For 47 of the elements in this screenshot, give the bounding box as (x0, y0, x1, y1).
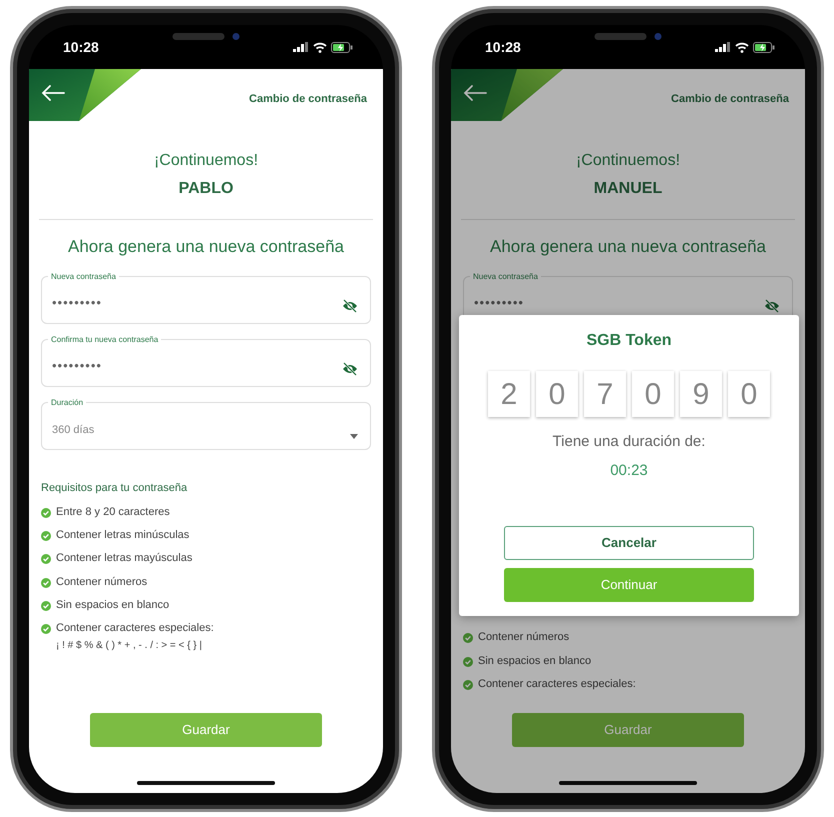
status-time: 10:28 (63, 38, 99, 56)
token-digit: 0 (728, 371, 770, 417)
requirement-text: Entre 8 y 20 caracteres (56, 506, 170, 520)
page-title: Cambio de contraseña (671, 92, 789, 107)
eye-slash-icon (764, 298, 780, 312)
section-heading: Ahora genera una nueva contraseña (489, 236, 767, 258)
back-arrow-icon (463, 84, 487, 102)
token-digit: 9 (680, 371, 722, 417)
requirement-text: Contener letras mayúsculas (56, 552, 192, 566)
user-name: PABLO (178, 179, 234, 199)
eye-slash-icon (342, 362, 358, 376)
speaker-grille (594, 33, 646, 40)
battery-icon (753, 42, 775, 52)
requirement-text: Contener caracteres especiales: (478, 678, 636, 691)
requirements-title: Requisitos para tu contraseña (41, 480, 188, 496)
cancel-button[interactable]: Cancelar (504, 526, 754, 560)
section-heading: Ahora genera una nueva contraseña (67, 236, 345, 258)
special-characters-text: ¡ ! # $ % & ( ) * + , - . / : > = < { } | (56, 639, 203, 654)
requirement-text: Sin espacios en blanco (56, 598, 170, 612)
requirement-text: Contener caracteres especiales: (56, 622, 214, 636)
user-name: MANUEL (592, 179, 664, 199)
back-arrow-icon (41, 84, 65, 102)
front-camera (654, 33, 662, 40)
requirement-text: Sin espacios en blanco (478, 654, 592, 668)
duration-label: Tiene una duración de: (552, 432, 706, 452)
greeting-text: ¡Continuemos! (152, 151, 260, 171)
front-camera (232, 33, 240, 40)
token-digit: 2 (488, 371, 530, 417)
countdown-timer: 00:23 (609, 460, 649, 480)
greeting-text: ¡Continuemos! (574, 151, 682, 171)
eye-slash-icon (342, 298, 358, 312)
wifi-icon (313, 42, 327, 52)
dialog-title: SGB Token (585, 331, 673, 351)
status-time: 10:28 (485, 38, 521, 56)
token-digit: 0 (536, 371, 578, 417)
page-title: Cambio de contraseña (249, 92, 367, 107)
requirement-text: Contener letras minúsculas (56, 529, 190, 542)
requirement-text: Contener números (478, 631, 570, 645)
dropdown-caret-icon (350, 434, 358, 438)
requirement-text: Contener números (56, 576, 148, 589)
speaker-grille (172, 33, 224, 40)
token-digit: 0 (632, 371, 674, 417)
signal-icon (715, 42, 731, 52)
battery-icon (331, 42, 353, 52)
token-digit: 7 (584, 371, 626, 417)
signal-icon (293, 42, 309, 52)
wifi-icon (735, 42, 749, 52)
